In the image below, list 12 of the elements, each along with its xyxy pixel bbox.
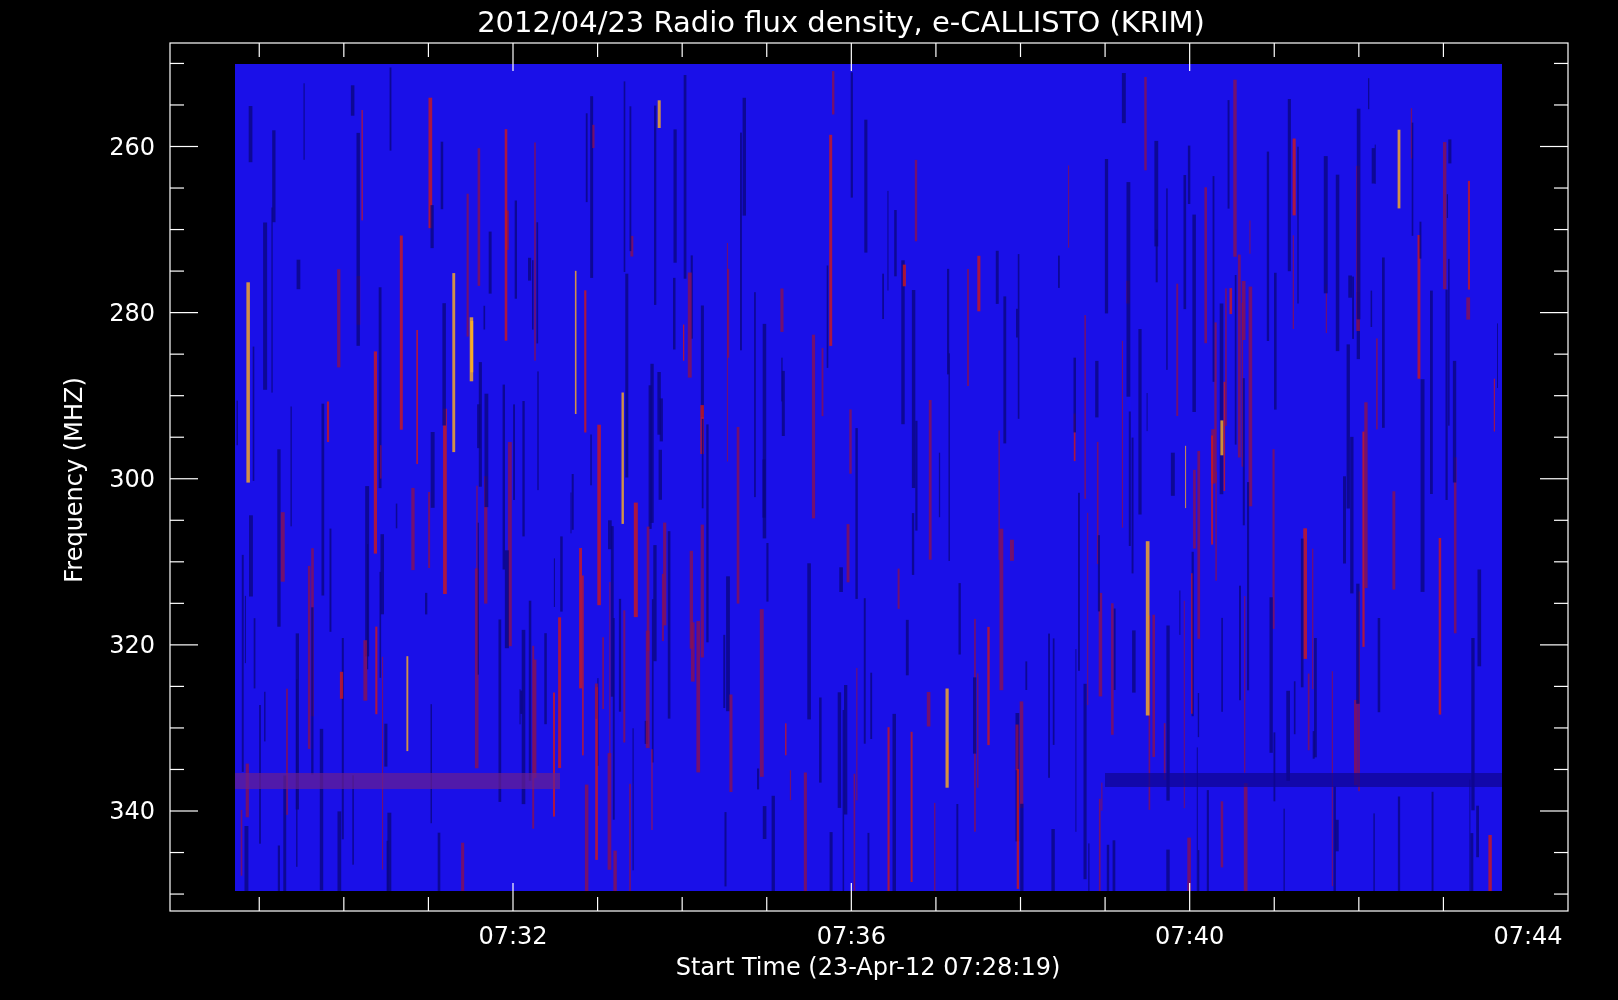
x-tick-label: 07:32 xyxy=(478,922,548,950)
chart-title: 2012/04/23 Radio flux density, e-CALLISTO (KRIM) xyxy=(477,5,1205,39)
x-tick-label: 07:40 xyxy=(1155,922,1225,950)
x-tick-label: 07:36 xyxy=(816,922,886,950)
y-tick-label: 340 xyxy=(109,797,155,825)
y-tick-label: 280 xyxy=(109,298,155,327)
y-tick-label: 260 xyxy=(109,132,155,161)
y-tick-label: 320 xyxy=(109,630,155,659)
y-axis-label: Frequency (MHZ) xyxy=(60,377,88,583)
y-tick-label: 300 xyxy=(109,464,155,493)
x-tick-label: 07:44 xyxy=(1493,922,1563,950)
x-axis-label: Start Time (23-Apr-12 07:28:19) xyxy=(675,953,1061,981)
